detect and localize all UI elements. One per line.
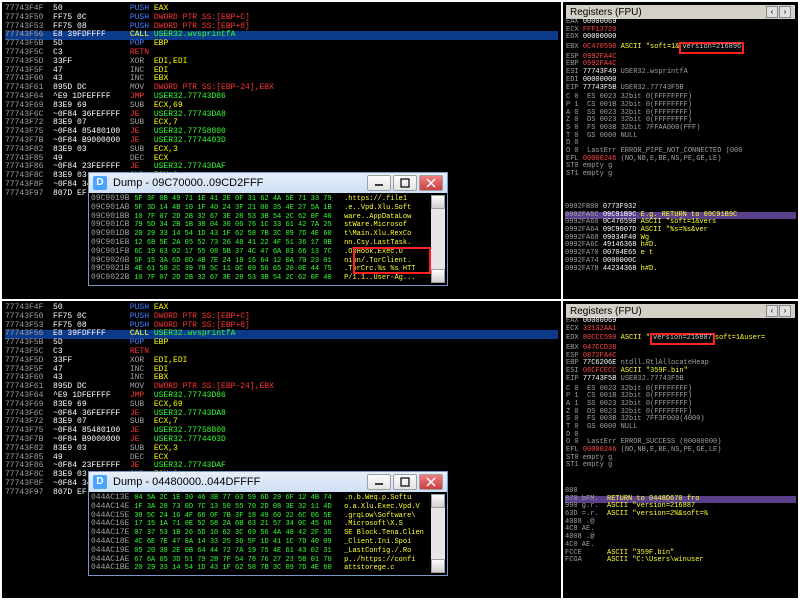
register-row[interactable]: ECX 33132AA1 <box>566 326 795 334</box>
dump-row[interactable]: 09C901CB 79 5D 34 2B 1B 38 04 30 06 76 1… <box>91 221 431 230</box>
registers-title-b: Registers (FPU) ‹ › <box>566 304 795 318</box>
dump-row[interactable]: 044AC18E 4C 6E 7E 47 0A 14 33 25 36 5F 1… <box>91 538 431 547</box>
dump-title-text-a: Dump - 09C70000..09CD2FFF <box>113 177 263 189</box>
dump-titlebar-a[interactable]: D Dump - 09C70000..09CD2FFF <box>89 173 447 193</box>
dump-body-a[interactable]: 09C9019B 5F 3F 0B 49 71 1E 41 2E 0F 31 6… <box>89 193 447 285</box>
panel-set-b: 77743F4F 50 PUSH EAX77743F50 FF75 0C PUS… <box>2 301 798 598</box>
dump-window-b[interactable]: D Dump - 04480000..044DFFFF 044AC13E 04 … <box>88 471 448 576</box>
dump-row[interactable]: 09C901FB 6C 19 63 02 17 55 08 5B 37 4C 4… <box>91 248 431 257</box>
dump-row[interactable]: 09C9021B 4E 61 58 2C 39 78 5C 11 0C 09 5… <box>91 265 431 274</box>
dump-row[interactable]: 044AC14E 1F 3A 28 73 0D 7C 13 50 55 70 2… <box>91 503 431 512</box>
reg-next-icon[interactable]: › <box>779 6 791 18</box>
register-row[interactable]: EIP 77743F5B USER32.77743F5B <box>566 85 795 93</box>
flag-row: T 0 GS 0000 NULL <box>566 133 795 141</box>
fpu-row: ST1 empty g <box>566 462 795 470</box>
dump-titlebar-b[interactable]: D Dump - 04480000..044DFFFF <box>89 472 447 492</box>
reg-next-icon[interactable]: › <box>779 305 791 317</box>
dump-icon: D <box>93 176 107 190</box>
minimize-button[interactable] <box>367 474 391 490</box>
registers-title-a: Registers (FPU) ‹ › <box>566 5 795 19</box>
scrollbar[interactable] <box>431 494 445 573</box>
close-button[interactable] <box>419 175 443 191</box>
stack-row[interactable]: FCGA ASCII "C:\Users\winuser <box>565 557 796 565</box>
dump-row[interactable]: 044AC19E 05 20 38 2E 0B 64 44 72 7A 19 7… <box>91 547 431 556</box>
dump-row[interactable]: 09C901DB 20 29 33 14 54 1D 43 1F 62 58 7… <box>91 230 431 239</box>
dump-title-text-b: Dump - 04480000..044DFFFF <box>113 476 260 488</box>
stack-panel-b[interactable]: 800 870 bFM. RETURN to 0448D670 fro990 g… <box>563 486 798 586</box>
dump-row[interactable]: 044AC13E 04 5A 2C 1E 30 46 3B 77 03 59 6… <box>91 494 431 503</box>
scroll-track[interactable] <box>431 209 445 269</box>
maximize-button[interactable] <box>393 175 417 191</box>
register-row[interactable]: EIP 77743F5B USER32.77743F5B <box>566 376 795 384</box>
dump-row[interactable]: 09C9019B 5F 3F 0B 49 71 1E 41 2E 0F 31 6… <box>91 195 431 204</box>
dump-row[interactable]: 09C901AB 5F 3D 14 4B 10 1F 40 24 3F 21 0… <box>91 204 431 213</box>
stack-row[interactable]: 0992FA78 44234368 h#D. <box>565 266 796 274</box>
dump-row[interactable]: 09C901EB 12 68 5E 2A 05 52 73 26 48 41 2… <box>91 239 431 248</box>
reg-prev-icon[interactable]: ‹ <box>766 305 778 317</box>
panel-set-a: 77743F4F 50 PUSH EAX77743F50 FF75 0C PUS… <box>2 2 798 299</box>
maximize-button[interactable] <box>393 474 417 490</box>
dump-row[interactable]: 09C9022B 10 7F 07 2D 2B 32 67 3E 28 53 3… <box>91 274 431 283</box>
flag-row: T 0 GS 0000 NULL <box>566 424 795 432</box>
scrollbar[interactable] <box>431 195 445 283</box>
dump-window-a[interactable]: D Dump - 09C70000..09CD2FFF 09C9019B 5F … <box>88 172 448 286</box>
close-button[interactable] <box>419 474 443 490</box>
registers-body-a: EAX 00000069ECX FFF13720EDX 00000000EBX … <box>566 19 795 179</box>
scroll-up-button[interactable] <box>431 195 445 209</box>
stack-panel-a[interactable]: 0992FB00 0773F932 0992FA5C 09C91B9C E.g.… <box>563 202 798 282</box>
scroll-up-button[interactable] <box>431 494 445 508</box>
reg-prev-icon[interactable]: ‹ <box>766 6 778 18</box>
registers-body-b: EAX 00000069ECX 33132AA1EDX 80CCC590 ASC… <box>566 318 795 470</box>
dump-body-b[interactable]: 044AC13E 04 5A 2C 1E 30 46 3B 77 03 59 6… <box>89 492 447 575</box>
fpu-row: ST1 empty g <box>566 171 795 179</box>
register-row[interactable]: EDX 00000000 <box>566 34 795 42</box>
dump-row[interactable]: 044AC16E 17 15 1A 71 0E 52 58 2A 6B 63 2… <box>91 520 431 529</box>
scroll-down-button[interactable] <box>431 269 445 283</box>
minimize-button[interactable] <box>367 175 391 191</box>
dump-icon: D <box>93 475 107 489</box>
scroll-track[interactable] <box>431 508 445 559</box>
dump-row[interactable]: 044AC17E 07 37 53 1B 26 5D 10 62 3C 69 5… <box>91 529 431 538</box>
dump-row[interactable]: 044AC1BE 20 29 33 14 54 1D 43 1F 62 58 7… <box>91 564 431 573</box>
scroll-down-button[interactable] <box>431 559 445 573</box>
